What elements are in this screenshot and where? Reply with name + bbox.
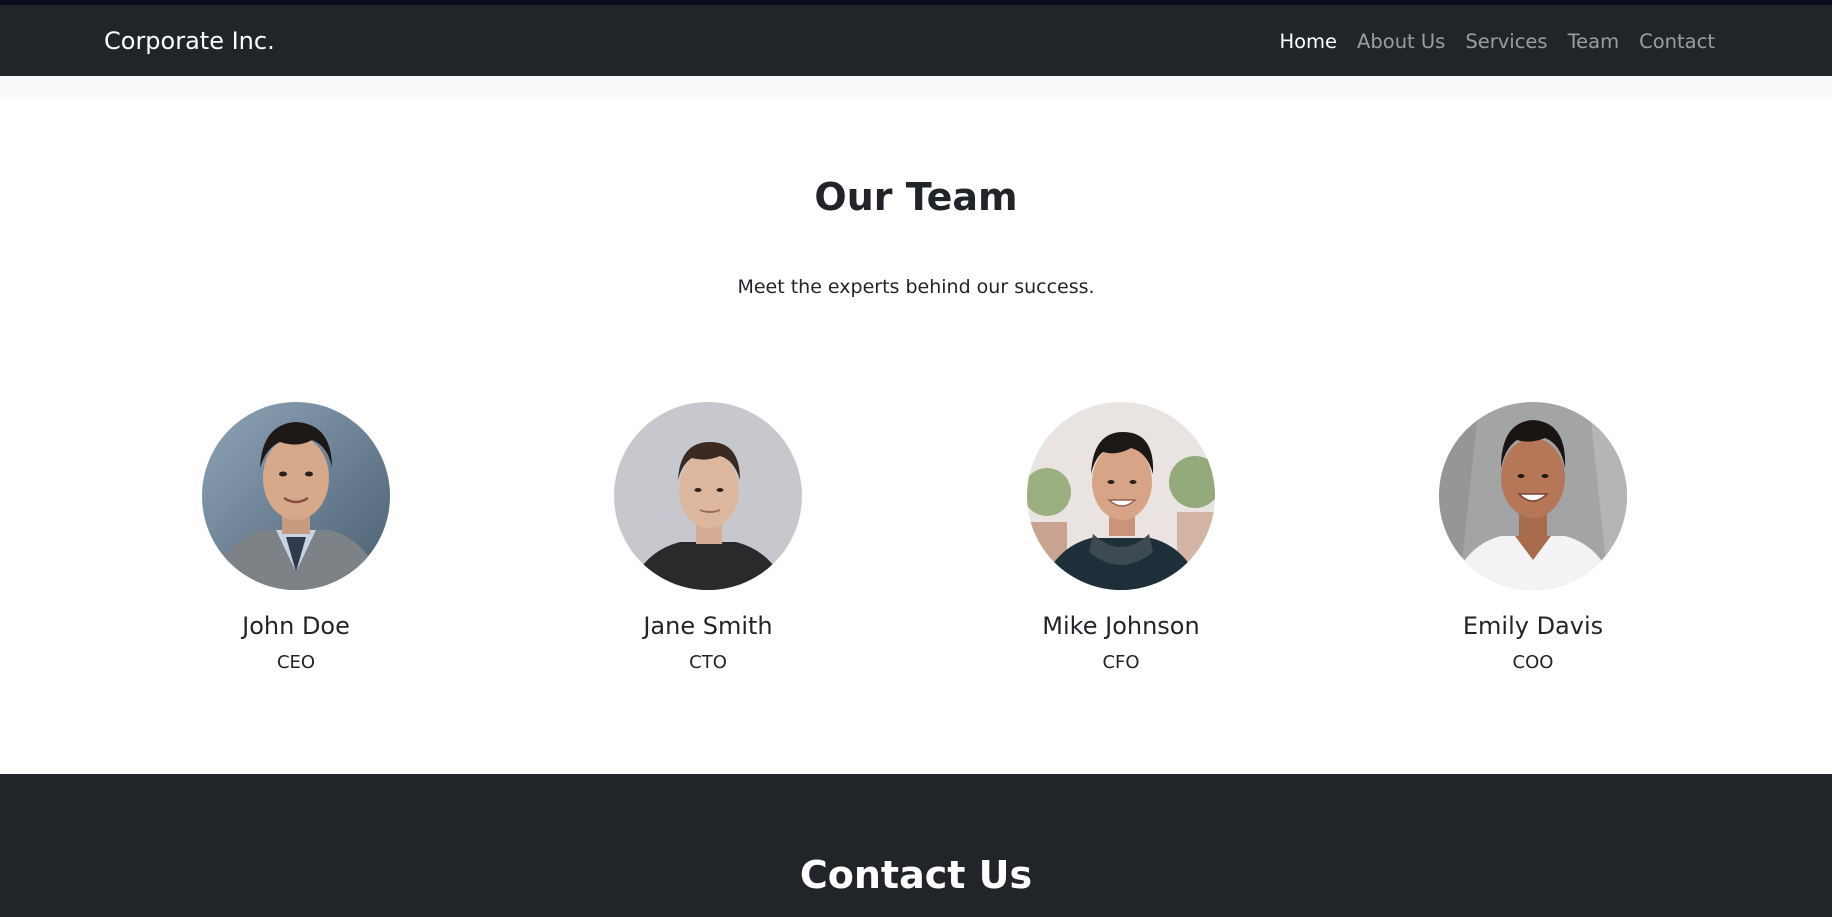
member-name: Emily Davis (1462, 612, 1604, 640)
member-name: Mike Johnson (1042, 612, 1200, 640)
member-photo (1439, 402, 1627, 590)
team-section-title: Our Team (814, 175, 1018, 219)
member-photo (1027, 402, 1215, 590)
team-section: Our Team Meet the experts behind our suc… (0, 99, 1832, 774)
nav-link-team[interactable]: Team (1558, 32, 1630, 52)
member-name: John Doe (242, 612, 350, 640)
team-section-subtitle: Meet the experts behind our success. (737, 276, 1095, 298)
member-role: CFO (1102, 652, 1140, 673)
nav-link-services[interactable]: Services (1455, 32, 1557, 52)
team-member-card: John Doe CEO (90, 402, 502, 672)
nav-link-home[interactable]: Home (1269, 32, 1347, 52)
member-role: CEO (276, 652, 316, 673)
team-member-card: Jane Smith CTO (502, 402, 914, 672)
nav-link-about-us[interactable]: About Us (1347, 32, 1455, 52)
member-photo (202, 402, 390, 590)
nav-link-contact[interactable]: Contact (1629, 32, 1715, 52)
hero-section-edge (0, 76, 1832, 99)
member-role: COO (1512, 652, 1554, 673)
brand-logo-link[interactable]: Corporate Inc. (104, 29, 275, 53)
member-photo (614, 402, 802, 590)
nav-links: Home About Us Services Team Contact (1269, 32, 1715, 52)
team-member-card: Emily Davis COO (1327, 402, 1739, 672)
member-name: Jane Smith (643, 612, 773, 640)
contact-section: Contact Us (0, 774, 1832, 917)
team-member-card: Mike Johnson CFO (915, 402, 1327, 672)
contact-section-title: Contact Us (799, 853, 1033, 897)
member-role: CTO (689, 652, 727, 673)
navbar: Corporate Inc. Home About Us Services Te… (0, 5, 1832, 76)
